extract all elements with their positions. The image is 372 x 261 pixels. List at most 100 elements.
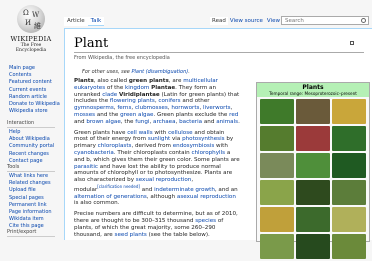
logo-glyph: И — [25, 19, 32, 27]
article-link[interactable]: green algae — [120, 112, 153, 118]
article-link[interactable]: clade — [102, 92, 117, 98]
nav-featured-content[interactable]: Featured content — [9, 79, 60, 86]
palm-photo[interactable] — [296, 207, 330, 232]
nav-page-information[interactable]: Page information — [9, 209, 55, 216]
lichen-photo[interactable] — [296, 180, 330, 205]
article-link[interactable]: species — [195, 218, 216, 224]
article-link[interactable]: parasitic — [74, 164, 98, 170]
nav-contents[interactable]: Contents — [9, 72, 60, 79]
seedling-photo[interactable] — [260, 234, 294, 259]
body-text: and — [202, 118, 217, 125]
nav-special-pages[interactable]: Special pages — [9, 195, 55, 202]
nav-main-page[interactable]: Main page — [9, 65, 60, 72]
article-link[interactable]: animals — [216, 119, 238, 125]
article-link[interactable]: alternation of generations — [74, 194, 147, 200]
article-link[interactable]: kingdom — [125, 85, 149, 91]
algae-photo[interactable] — [296, 153, 330, 178]
article-link[interactable]: gymnosperms — [74, 105, 114, 111]
article-link[interactable]: brown algae — [86, 119, 120, 125]
lock-icon[interactable] — [350, 41, 354, 45]
fern-photo[interactable] — [260, 99, 294, 124]
nav-community-portal[interactable]: Community portal — [9, 143, 55, 150]
wikipedia-logo[interactable]: Ω W И 維 WIKIPEDIA The Free Encyclopedia — [10, 5, 52, 57]
cactus-photo[interactable] — [332, 153, 366, 178]
article-link[interactable]: cyanobacteria — [74, 150, 114, 156]
tree-photo[interactable] — [260, 153, 294, 178]
article-link[interactable]: chloroplasts — [98, 143, 132, 149]
article-link[interactable]: chlorophylls — [191, 150, 225, 156]
nav-related-changes[interactable]: Related changes — [9, 180, 55, 187]
body-text: with — [214, 143, 228, 150]
flower-photo[interactable] — [332, 99, 366, 124]
article-link[interactable]: sexual reproduction — [136, 177, 192, 183]
shrub-photo[interactable] — [332, 180, 366, 205]
nav-upload-file[interactable]: Upload file — [9, 187, 55, 194]
article-link[interactable]: liverworts — [203, 105, 231, 111]
nav-print-heading[interactable]: Print/export — [7, 229, 55, 237]
moss-photo[interactable] — [260, 126, 294, 151]
article-link[interactable]: sunlight — [148, 136, 170, 142]
nav-random-article[interactable]: Random article — [9, 94, 60, 101]
nav-about[interactable]: About Wikipedia — [9, 136, 55, 143]
body-text: , although — [146, 193, 177, 200]
nav-help[interactable]: Help — [9, 129, 55, 136]
article-link[interactable]: flowering plants — [110, 98, 155, 104]
nav-current-events[interactable]: Current events — [9, 87, 60, 94]
nav-main: Main page Contents Featured content Curr… — [9, 65, 60, 115]
article-link[interactable]: archaea — [153, 119, 176, 125]
leaf-photo[interactable] — [332, 126, 366, 151]
hatnote-suffix: . — [188, 69, 190, 75]
meadow-photo[interactable] — [332, 234, 366, 259]
nav-recent-changes[interactable]: Recent changes — [9, 151, 55, 158]
conifer-photo[interactable] — [296, 99, 330, 124]
sidebar: Ω W И 維 WIKIPEDIA The Free Encyclopedia … — [0, 0, 64, 240]
article-link[interactable]: asexual reproduction — [177, 194, 236, 200]
nav-tools-heading[interactable]: Tools — [7, 164, 55, 172]
infobox-image-grid[interactable] — [257, 97, 369, 261]
article-link[interactable]: cell walls — [127, 130, 152, 136]
body-text: is also common. — [74, 200, 120, 207]
article-link[interactable]: seed plants — [115, 232, 147, 238]
nav-interaction-heading[interactable]: Interaction — [7, 120, 55, 128]
grass-photo[interactable] — [260, 180, 294, 205]
vine-photo[interactable] — [260, 207, 294, 232]
article-link[interactable]: indeterminate growth — [154, 187, 215, 193]
bold-term: Plants — [74, 78, 94, 84]
tab-read[interactable]: Read — [210, 17, 228, 25]
tab-article[interactable]: Article — [64, 17, 88, 26]
article-link[interactable]: eukaryotes — [74, 85, 105, 91]
page-tagline: From Wikipedia, the free encyclopedia — [74, 55, 170, 61]
search-icon[interactable] — [361, 18, 366, 23]
nav-store[interactable]: Wikipedia store — [9, 108, 60, 115]
article-link[interactable]: mosses — [74, 112, 95, 118]
nav-donate[interactable]: Donate to Wikipedia — [9, 101, 60, 108]
tab-view-source[interactable]: View source — [228, 17, 265, 25]
article-link[interactable]: photosynthesis — [182, 136, 224, 142]
search-input[interactable]: Search — [281, 16, 369, 25]
logo-glyph: Ω — [23, 9, 29, 17]
body-text: , and an — [214, 186, 238, 193]
namespace-tabs: Article Talk — [64, 17, 105, 26]
hatnote-link[interactable]: Plant (disambiguation) — [131, 69, 188, 75]
article-link[interactable]: bacteria — [179, 119, 202, 125]
nav-permanent-link[interactable]: Permanent link — [9, 202, 55, 209]
nav-tools: Tools What links here Related changes Up… — [7, 164, 55, 231]
fruit-photo[interactable] — [332, 207, 366, 232]
article-link[interactable]: hornworts — [171, 105, 199, 111]
article-link[interactable]: ferns — [117, 105, 131, 111]
article-link[interactable]: multicellular — [183, 78, 218, 84]
article-link[interactable]: red — [229, 112, 238, 118]
nav-wikidata-item[interactable]: Wikidata item — [9, 216, 55, 223]
clarification-note[interactable]: [clarification needed] — [97, 184, 140, 189]
body-text: with — [152, 129, 169, 136]
article-link[interactable]: conifers — [158, 98, 180, 104]
forest-photo[interactable] — [296, 234, 330, 259]
article-link[interactable]: cellulose — [168, 130, 193, 136]
red-flower-photo[interactable] — [296, 126, 330, 151]
article-link[interactable]: fungi — [135, 119, 149, 125]
article-link[interactable]: clubmosses — [135, 105, 168, 111]
nav-what-links-here[interactable]: What links here — [9, 173, 55, 180]
article-link[interactable]: endosymbiosis — [173, 143, 215, 149]
tab-talk[interactable]: Talk — [87, 17, 105, 26]
title-divider — [74, 52, 364, 53]
